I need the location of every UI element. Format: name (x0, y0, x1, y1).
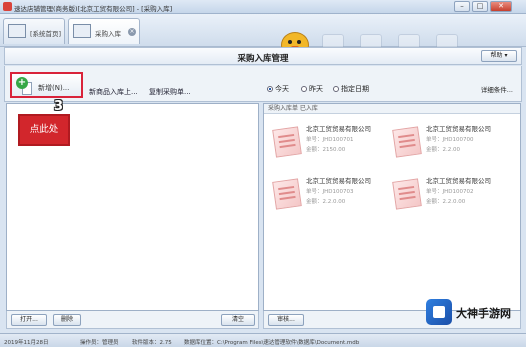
tab-purchase-inbound-label: 采购入库 (95, 30, 121, 38)
app-icon (3, 2, 12, 11)
left-bottom-bar: 打开... 删除 清空 (6, 311, 259, 329)
site-watermark: 大神手游网 (424, 295, 524, 331)
order-document-icon (392, 126, 422, 158)
order-supplier: 北京工贸贸易有限公司 (426, 125, 491, 133)
order-card[interactable]: 北京工贸贸易有限公司 单号：JHD100702 金额：2.2.0.00 (388, 170, 510, 218)
order-number: 单号：JHD100701 (306, 137, 354, 143)
clear-button[interactable]: 清空 (221, 314, 255, 326)
status-bar: 2019年11月28日 操作员：管理员 软件版本：2.75 数据库位置：C:\P… (0, 333, 526, 347)
detail-conditions-link[interactable]: 详细条件... (481, 84, 513, 94)
status-db-path: 数据库位置：C:\Program Files\速达管理软件\数据库\Docume… (184, 340, 360, 346)
plus-icon: + (16, 77, 28, 89)
tab-home-label: [系统首页] (30, 30, 62, 38)
radio-today-label: 今天 (275, 85, 289, 93)
order-card[interactable]: 北京工贸贸易有限公司 单号：JHD100700 金额：2.2.00 (388, 118, 510, 166)
order-number: 单号：JHD100702 (426, 189, 474, 195)
home-screen-icon (8, 24, 26, 38)
order-amount: 金额：2.2.0.00 (306, 199, 346, 205)
status-version: 软件版本：2.75 (132, 340, 172, 346)
minimize-button[interactable]: – (454, 1, 470, 12)
toolbar: + 新增(N)... 新商品入库上... 复制采购单... 今天 昨天 指定日期… (4, 66, 522, 102)
window-title: 速达店铺管理(商务版)[北京工贸有限公司] - [采购入库] (14, 5, 173, 13)
order-card[interactable]: 北京工贸贸易有限公司 单号：JHD100701 金额：2150.00 (268, 118, 390, 166)
delete-button[interactable]: 删除 (53, 314, 81, 326)
order-supplier: 北京工贸贸易有限公司 (306, 125, 371, 133)
tab-home[interactable]: [系统首页] (3, 18, 65, 44)
radio-yesterday-dot (301, 86, 307, 92)
radio-today-dot (267, 86, 273, 92)
panel-header: 采购入库管理 帮助 ▾ (4, 47, 522, 65)
title-bar: 速达店铺管理(商务版)[北京工贸有限公司] - [采购入库] – □ ✕ (0, 0, 526, 14)
copy-purchase-order-link[interactable]: 复制采购单... (149, 87, 191, 97)
radio-custom-date-label: 指定日期 (341, 85, 369, 93)
order-card[interactable]: 北京工贸贸易有限公司 单号：JHD100703 金额：2.2.0.00 (268, 170, 390, 218)
watermark-logo-icon (426, 299, 452, 325)
watermark-text: 大神手游网 (456, 307, 511, 320)
order-number: 单号：JHD100703 (306, 189, 354, 195)
order-amount: 金额：2150.00 (306, 147, 346, 153)
radio-custom-date[interactable]: 指定日期 (333, 84, 369, 94)
new-button[interactable]: + 新增(N)... (10, 72, 83, 98)
order-document-icon (272, 178, 302, 210)
radio-yesterday[interactable]: 昨天 (301, 84, 323, 94)
radio-yesterday-label: 昨天 (309, 85, 323, 93)
order-document-icon (392, 178, 422, 210)
mascot-eye-left (288, 40, 292, 44)
tab-purchase-inbound[interactable]: 采购入库 × (68, 18, 140, 44)
open-button[interactable]: 打开... (11, 314, 47, 326)
status-date: 2019年11月28日 (4, 340, 49, 346)
right-pane-caption: 采购入库单 已入库 (264, 104, 520, 114)
tab-close-icon[interactable]: × (128, 28, 136, 36)
maximize-button[interactable]: □ (472, 1, 488, 12)
radio-custom-date-dot (333, 86, 339, 92)
step-number-badge: 3 (54, 99, 64, 114)
help-button[interactable]: 帮助 ▾ (481, 50, 517, 62)
order-document-icon (272, 126, 302, 158)
tab-bar: [系统首页] 采购入库 × (0, 14, 526, 58)
close-button[interactable]: ✕ (490, 1, 512, 12)
audit-button[interactable]: 审核... (268, 314, 304, 326)
truck-icon (73, 24, 91, 38)
order-amount: 金额：2.2.0.00 (426, 199, 466, 205)
order-amount: 金额：2.2.00 (426, 147, 460, 153)
order-supplier: 北京工贸贸易有限公司 (306, 177, 371, 185)
new-button-label: 新增(N)... (38, 84, 70, 92)
right-order-pane[interactable]: 采购入库单 已入库 北京工贸贸易有限公司 单号：JHD100701 金额：215… (263, 103, 521, 311)
page-title: 采购入库管理 (237, 54, 289, 64)
order-supplier: 北京工贸贸易有限公司 (426, 177, 491, 185)
mascot-eye-right (297, 40, 301, 44)
radio-today[interactable]: 今天 (267, 84, 289, 94)
new-goods-inbound-link[interactable]: 新商品入库上... (89, 87, 138, 97)
status-operator: 操作员：管理员 (80, 340, 119, 346)
order-number: 单号：JHD100700 (426, 137, 474, 143)
click-here-callout: 点此处 (18, 114, 70, 146)
